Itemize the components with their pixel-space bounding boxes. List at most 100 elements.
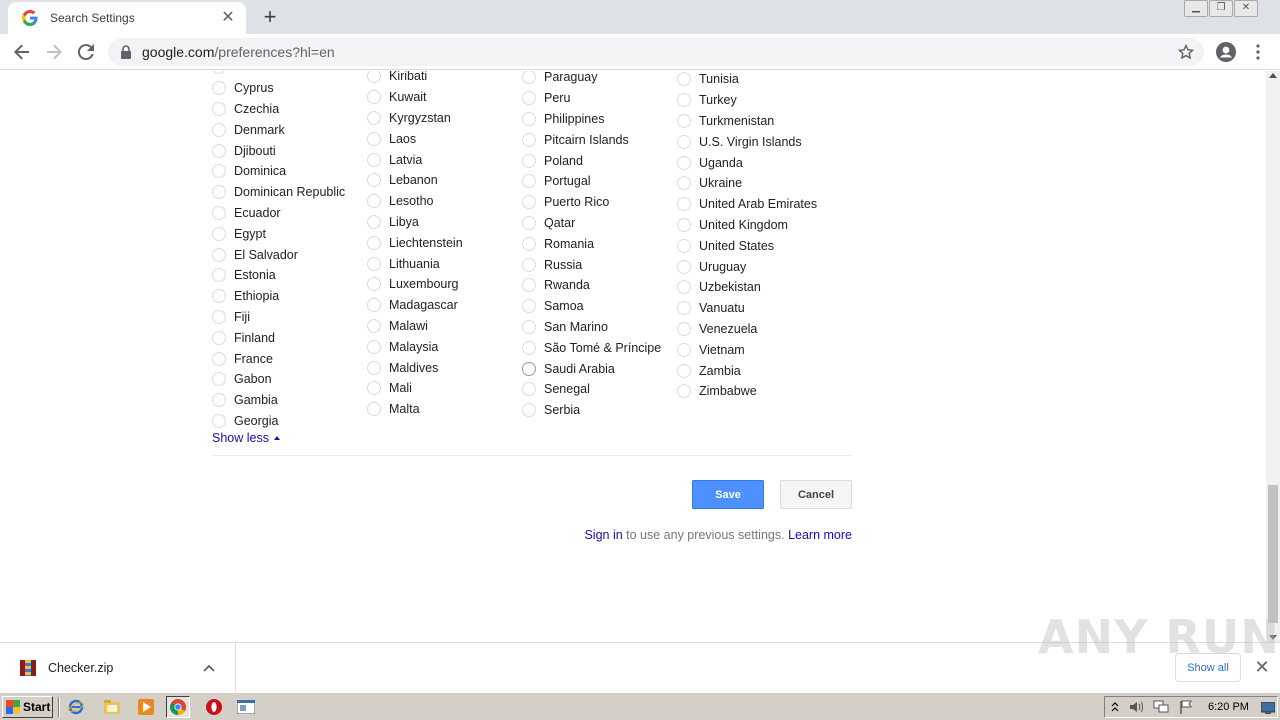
region-option[interactable]: Saudi Arabia (522, 358, 677, 379)
region-option[interactable]: São Tomé & Príncipe (522, 337, 677, 358)
region-option[interactable]: Gambia (212, 390, 367, 411)
menu-kebab-icon[interactable] (1246, 40, 1270, 64)
show-less-link[interactable]: Show less (212, 431, 280, 445)
region-option[interactable]: Malta (367, 399, 522, 420)
region-option[interactable]: Romania (522, 233, 677, 254)
radio-button[interactable] (212, 81, 226, 96)
radio-button[interactable] (677, 301, 691, 316)
window-app-icon[interactable] (234, 696, 258, 718)
radio-button[interactable] (212, 268, 226, 283)
radio-button[interactable] (367, 173, 381, 188)
forward-icon[interactable] (42, 40, 66, 64)
download-item[interactable]: Checker.zip (0, 643, 236, 692)
radio-button[interactable] (367, 381, 381, 396)
volume-icon[interactable] (1129, 700, 1145, 719)
address-bar[interactable]: google.com/preferences?hl=en (108, 38, 1204, 66)
region-option[interactable]: Zimbabwe (677, 381, 832, 402)
tab-search-settings[interactable]: Search Settings ✕ (8, 2, 246, 34)
region-option[interactable]: Peru (522, 88, 677, 109)
radio-button[interactable] (677, 197, 691, 212)
region-option[interactable]: Laos (367, 128, 522, 149)
region-option[interactable]: Luxembourg (367, 274, 522, 295)
start-button[interactable]: Start (2, 696, 53, 718)
region-option[interactable]: Kuwait (367, 87, 522, 108)
restore-icon[interactable]: ❐ (1209, 0, 1233, 17)
region-option[interactable]: Rwanda (522, 275, 677, 296)
lock-icon[interactable] (120, 45, 134, 59)
radio-button[interactable] (367, 318, 381, 333)
radio-button[interactable] (367, 339, 381, 354)
region-option[interactable]: El Salvador (212, 244, 367, 265)
radio-button[interactable] (677, 134, 691, 149)
radio-button[interactable] (212, 372, 226, 387)
radio-button[interactable] (522, 382, 536, 397)
tab-close-icon[interactable]: ✕ (220, 10, 236, 26)
radio-button[interactable] (212, 289, 226, 304)
radio-button[interactable] (522, 111, 536, 126)
region-option[interactable]: United States (677, 235, 832, 256)
radio-button[interactable] (522, 91, 536, 106)
radio-button[interactable] (522, 278, 536, 293)
region-option[interactable]: Lebanon (367, 170, 522, 191)
region-option[interactable]: Egypt (212, 223, 367, 244)
file-explorer-icon[interactable] (100, 696, 124, 718)
tray-expand-icon[interactable] (1111, 700, 1119, 719)
radio-button[interactable] (367, 71, 381, 84)
network-icon[interactable] (1153, 700, 1169, 719)
radio-button[interactable] (367, 256, 381, 271)
scroll-up-icon[interactable] (1269, 73, 1277, 78)
radio-button[interactable] (367, 110, 381, 125)
radio-button[interactable] (522, 403, 536, 418)
radio-button[interactable] (677, 321, 691, 336)
region-option[interactable]: Uganda (677, 152, 832, 173)
region-option[interactable]: United Arab Emirates (677, 194, 832, 215)
region-option[interactable]: Dominica (212, 161, 367, 182)
radio-button[interactable] (522, 215, 536, 230)
radio-button[interactable] (212, 393, 226, 408)
region-option[interactable]: Turkmenistan (677, 111, 832, 132)
radio-button[interactable] (212, 205, 226, 220)
minimize-icon[interactable]: ▁ (1184, 0, 1208, 17)
region-option[interactable]: Samoa (522, 296, 677, 317)
region-option[interactable]: United Kingdom (677, 215, 832, 236)
window-close-icon[interactable]: ✕ (1234, 0, 1258, 17)
radio-button[interactable] (677, 384, 691, 399)
radio-button[interactable] (677, 259, 691, 274)
region-option[interactable]: Poland (522, 150, 677, 171)
radio-button[interactable] (367, 214, 381, 229)
cancel-button[interactable]: Cancel (780, 480, 852, 509)
region-option[interactable]: Tunisia (677, 71, 832, 90)
bookmark-star-icon[interactable] (1177, 43, 1195, 60)
internet-explorer-icon[interactable] (64, 696, 88, 718)
page-scrollbar[interactable] (1266, 71, 1280, 642)
radio-button[interactable] (212, 122, 226, 137)
region-option[interactable]: Vietnam (677, 339, 832, 360)
radio-button[interactable] (677, 176, 691, 191)
radio-button[interactable] (522, 319, 536, 334)
scrollbar-thumb[interactable] (1268, 485, 1278, 623)
radio-button[interactable] (522, 71, 536, 85)
radio-button[interactable] (677, 280, 691, 295)
radio-button[interactable] (367, 298, 381, 313)
radio-button[interactable] (677, 217, 691, 232)
radio-button[interactable] (677, 113, 691, 128)
region-option[interactable]: Mali (367, 378, 522, 399)
radio-button[interactable] (522, 299, 536, 314)
region-option[interactable]: Lithuania (367, 253, 522, 274)
profile-avatar-icon[interactable] (1214, 40, 1238, 64)
new-tab-icon[interactable]: + (258, 6, 282, 30)
region-option[interactable]: Zambia (677, 360, 832, 381)
radio-button[interactable] (212, 309, 226, 324)
region-option[interactable]: Gabon (212, 369, 367, 390)
region-option[interactable]: Puerto Rico (522, 192, 677, 213)
region-option[interactable]: Ecuador (212, 203, 367, 224)
region-option[interactable]: Uruguay (677, 256, 832, 277)
region-option[interactable]: Malawi (367, 316, 522, 337)
radio-button[interactable] (677, 363, 691, 378)
region-option[interactable]: Latvia (367, 149, 522, 170)
region-option[interactable]: Kyrgyzstan (367, 108, 522, 129)
region-option[interactable]: Lesotho (367, 191, 522, 212)
radio-button[interactable] (212, 164, 226, 179)
radio-button[interactable] (212, 185, 226, 200)
radio-button[interactable] (212, 143, 226, 158)
